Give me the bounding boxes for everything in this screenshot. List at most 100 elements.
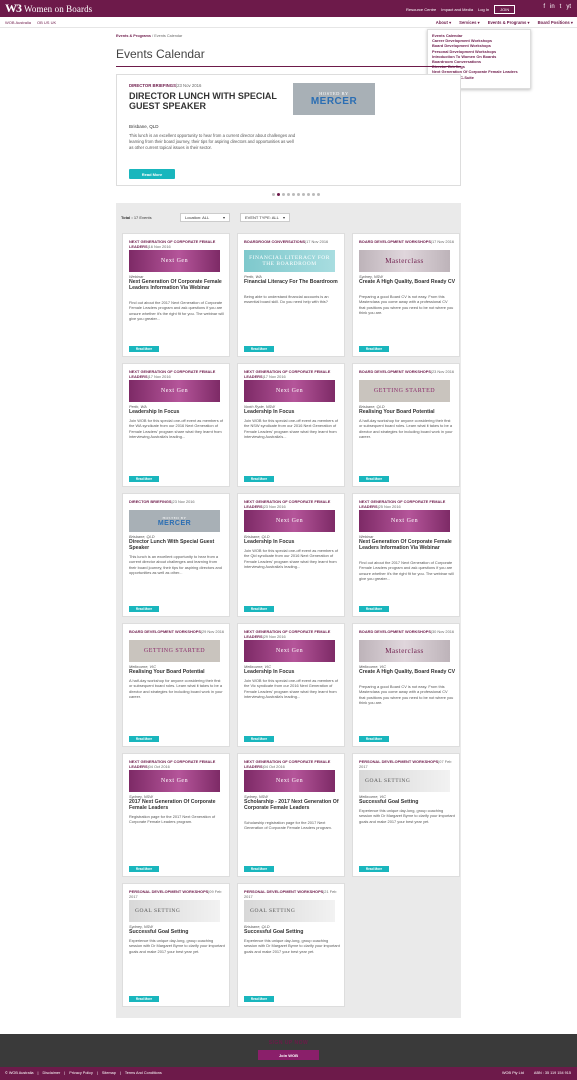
event-category[interactable]: NEXT GENERATION OF CORPORATE FEMALE LEAD… — [129, 239, 227, 249]
carousel-dot[interactable] — [292, 193, 295, 196]
event-title[interactable]: Next Generation Of Corporate Female Lead… — [359, 539, 457, 551]
carousel-dot[interactable] — [297, 193, 300, 196]
footer-privacy[interactable]: Privacy Policy — [69, 1071, 93, 1075]
event-image[interactable]: Next Gen — [244, 510, 335, 532]
event-category[interactable]: BOARD DEVELOPMENT WORKSHOPS|29 Nov 2016 — [129, 629, 227, 634]
carousel-dot[interactable] — [317, 193, 320, 196]
hero-read-more-button[interactable]: Read More — [129, 169, 175, 179]
event-image[interactable]: GOAL SETTING — [359, 770, 450, 792]
join-wob-button[interactable]: Join WOB — [258, 1050, 319, 1060]
carousel-dot[interactable] — [312, 193, 315, 196]
read-more-button[interactable]: Read More — [244, 606, 274, 612]
footer-disclaimer[interactable]: Disclaimer — [43, 1071, 61, 1075]
read-more-button[interactable]: Read More — [244, 996, 274, 1002]
event-title[interactable]: Leadership In Focus — [244, 669, 342, 675]
hero-title[interactable]: DIRECTOR LUNCH WITH SPECIAL GUEST SPEAKE… — [129, 91, 299, 111]
event-title[interactable]: Leadership In Focus — [244, 539, 342, 545]
read-more-button[interactable]: Read More — [359, 606, 389, 612]
breadcrumb-parent[interactable]: Events & Programs — [116, 34, 151, 38]
event-category[interactable]: DIRECTOR BRIEFINGS|23 Nov 2016 — [129, 499, 227, 504]
site-logo[interactable]: W3 Women on Boards — [5, 1, 92, 15]
event-type-filter[interactable]: EVENT TYPE: ALL ▾ — [240, 213, 290, 222]
event-image[interactable]: GOAL SETTING — [129, 900, 220, 922]
event-category[interactable]: PERSONAL DEVELOPMENT WORKSHOPS|07 Feb 20… — [359, 759, 457, 769]
region-link-other[interactable]: OB US UK — [37, 20, 56, 25]
nav-services[interactable]: Services ▾ — [459, 20, 480, 25]
read-more-button[interactable]: Read More — [244, 476, 274, 482]
event-image[interactable]: Masterclass — [359, 250, 450, 272]
read-more-button[interactable]: Read More — [129, 476, 159, 482]
carousel-dot[interactable] — [307, 193, 310, 196]
event-title[interactable]: Create A High Quality, Board Ready CV — [359, 669, 457, 675]
event-category[interactable]: BOARD DEVELOPMENT WORKSHOPS|17 Nov 2016 — [359, 239, 457, 244]
event-image[interactable]: Next Gen — [244, 770, 335, 792]
event-category[interactable]: NEXT GENERATION OF CORPORATE FEMALE LEAD… — [244, 759, 342, 769]
nav-events[interactable]: Events & Programs ▾ — [488, 20, 530, 25]
event-image[interactable]: GETTING STARTED — [129, 640, 220, 662]
read-more-button[interactable]: Read More — [129, 606, 159, 612]
event-title[interactable]: Successful Goal Setting — [244, 929, 342, 935]
linkedin-icon[interactable]: in — [550, 4, 555, 10]
event-image[interactable]: FINANCIAL LITERACY FOR THE BOARDROOM — [244, 250, 335, 272]
carousel-dot[interactable] — [277, 193, 280, 196]
event-title[interactable]: Create A High Quality, Board Ready CV — [359, 279, 457, 285]
event-image[interactable]: Masterclass — [359, 640, 450, 662]
hero-category[interactable]: DIRECTOR BRIEFINGS|23 Nov 2016 — [129, 83, 201, 88]
event-category[interactable]: NEXT GENERATION OF CORPORATE FEMALE LEAD… — [129, 759, 227, 769]
event-image[interactable]: HOSTED BY MERCER — [129, 510, 220, 532]
event-title[interactable]: Leadership In Focus — [244, 409, 342, 415]
footer-terms[interactable]: Terms And Conditions — [125, 1071, 162, 1075]
event-image[interactable]: Next Gen — [244, 640, 335, 662]
event-title[interactable]: 2017 Next Generation Of Corporate Female… — [129, 799, 227, 811]
read-more-button[interactable]: Read More — [359, 866, 389, 872]
event-category[interactable]: BOARD DEVELOPMENT WORKSHOPS|23 Nov 2016 — [359, 369, 457, 374]
event-category[interactable]: BOARDROOM CONVERSATIONS|17 Nov 2016 — [244, 239, 342, 244]
event-category[interactable]: BOARD DEVELOPMENT WORKSHOPS|30 Nov 2016 — [359, 629, 457, 634]
carousel-dot[interactable] — [272, 193, 275, 196]
event-category[interactable]: PERSONAL DEVELOPMENT WORKSHOPS|09 Feb 20… — [129, 889, 227, 899]
read-more-button[interactable]: Read More — [359, 346, 389, 352]
event-image[interactable]: GETTING STARTED — [359, 380, 450, 402]
event-title[interactable]: Realising Your Board Potential — [359, 409, 457, 415]
facebook-icon[interactable]: f — [543, 4, 545, 10]
carousel-dot[interactable] — [287, 193, 290, 196]
region-link-au[interactable]: WOB Australia — [5, 20, 31, 25]
read-more-button[interactable]: Read More — [129, 996, 159, 1002]
nav-about[interactable]: About ▾ — [436, 20, 451, 25]
nav-board-positions[interactable]: Board Positions ▾ — [538, 20, 573, 25]
event-category[interactable]: NEXT GENERATION OF CORPORATE FEMALE LEAD… — [129, 369, 227, 379]
event-image[interactable]: Next Gen — [244, 380, 335, 402]
read-more-button[interactable]: Read More — [359, 736, 389, 742]
resource-centre-link[interactable]: Resource Centre — [406, 7, 436, 12]
read-more-button[interactable]: Read More — [129, 346, 159, 352]
read-more-button[interactable]: Read More — [359, 476, 389, 482]
read-more-button[interactable]: Read More — [244, 346, 274, 352]
event-image[interactable]: Next Gen — [129, 250, 220, 272]
event-title[interactable]: Financial Literacy For The Boardroom — [244, 279, 342, 285]
event-title[interactable]: Director Lunch With Special Guest Speake… — [129, 539, 227, 551]
event-title[interactable]: Scholarship - 2017 Next Generation Of Co… — [244, 799, 342, 811]
event-title[interactable]: Leadership In Focus — [129, 409, 227, 415]
event-category[interactable]: NEXT GENERATION OF CORPORATE FEMALE LEAD… — [359, 499, 457, 509]
event-category[interactable]: PERSONAL DEVELOPMENT WORKSHOPS|21 Feb 20… — [244, 889, 342, 899]
event-title[interactable]: Realising Your Board Potential — [129, 669, 227, 675]
event-image[interactable]: Next Gen — [129, 770, 220, 792]
event-image[interactable]: Next Gen — [129, 380, 220, 402]
footer-sitemap[interactable]: Sitemap — [102, 1071, 116, 1075]
read-more-button[interactable]: Read More — [129, 866, 159, 872]
impact-media-link[interactable]: Impact and Media — [441, 7, 473, 12]
event-title[interactable]: Successful Goal Setting — [359, 799, 457, 805]
event-title[interactable]: Successful Goal Setting — [129, 929, 227, 935]
read-more-button[interactable]: Read More — [244, 866, 274, 872]
event-image[interactable]: Next Gen — [359, 510, 450, 532]
event-image[interactable]: GOAL SETTING — [244, 900, 335, 922]
event-category[interactable]: NEXT GENERATION OF CORPORATE FEMALE LEAD… — [244, 499, 342, 509]
read-more-button[interactable]: Read More — [244, 736, 274, 742]
youtube-icon[interactable]: yt — [566, 4, 571, 10]
event-title[interactable]: Next Generation Of Corporate Female Lead… — [129, 279, 227, 291]
carousel-dot[interactable] — [282, 193, 285, 196]
twitter-icon[interactable]: t — [560, 4, 562, 10]
read-more-button[interactable]: Read More — [129, 736, 159, 742]
event-category[interactable]: NEXT GENERATION OF CORPORATE FEMALE LEAD… — [244, 369, 342, 379]
carousel-dot[interactable] — [302, 193, 305, 196]
